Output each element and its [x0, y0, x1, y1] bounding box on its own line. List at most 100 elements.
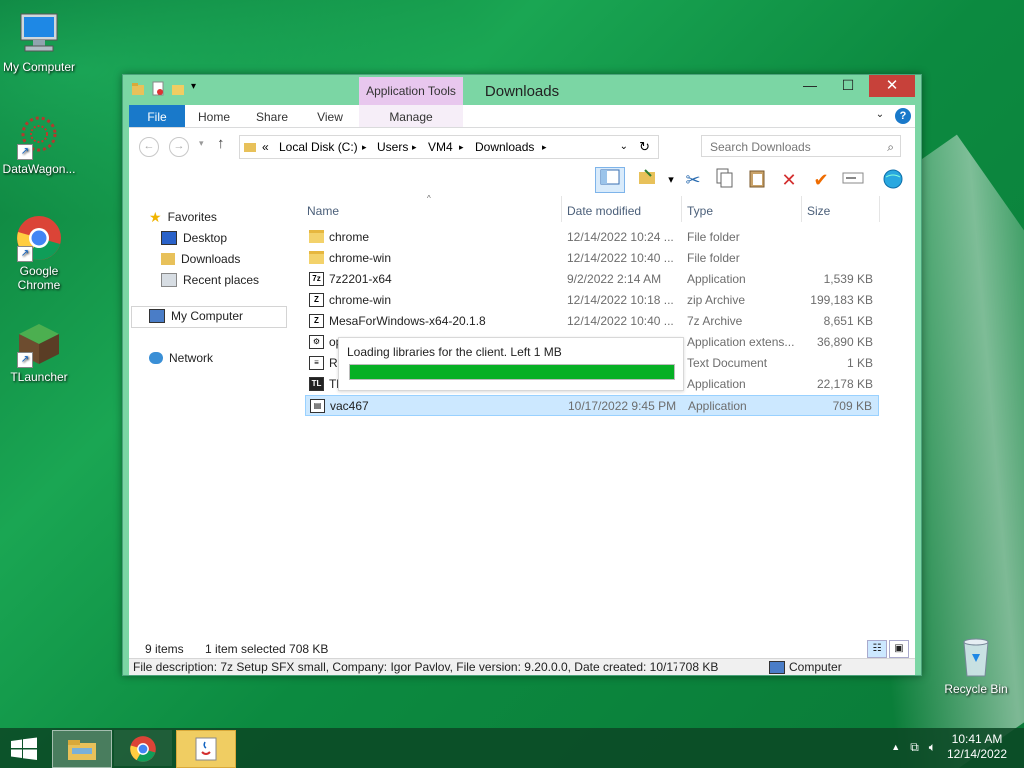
taskbar-file-explorer-button[interactable]: [52, 730, 112, 768]
desktop-icon-chrome[interactable]: ↗ Google Chrome: [0, 214, 81, 292]
breadcrumb-users[interactable]: Users: [377, 136, 408, 158]
address-bar[interactable]: « Local Disk (C:) ▸ Users ▸ VM4 ▸ Downlo…: [239, 135, 659, 159]
file-size: 199,183 KB: [810, 293, 873, 307]
file-row[interactable]: Z MesaForWindows-x64-20.1.8 12/14/2022 10:…: [305, 311, 879, 332]
paste-icon[interactable]: [745, 168, 769, 192]
tab-view[interactable]: View: [305, 105, 355, 127]
file-type: File folder: [687, 230, 740, 244]
desktop-icon-tlauncher[interactable]: ↗ TLauncher: [0, 320, 81, 384]
volume-icon[interactable]: 🔈︎: [929, 740, 936, 755]
breadcrumb-separator-icon[interactable]: ▸: [412, 136, 417, 158]
search-icon[interactable]: ⌕: [887, 136, 894, 158]
chevron-down-icon[interactable]: ⌄: [867, 105, 893, 127]
nav-network[interactable]: Network: [149, 349, 213, 367]
folder-icon: [243, 140, 257, 157]
recent-locations-chevron-icon[interactable]: ▾: [199, 138, 204, 149]
address-prefix[interactable]: «: [262, 136, 269, 158]
chevron-down-icon[interactable]: ▾: [659, 168, 683, 192]
tlauncher-icon: TL: [309, 377, 324, 391]
tlauncher-icon: ↗: [15, 320, 63, 368]
column-divider[interactable]: [879, 196, 880, 222]
up-arrow-icon[interactable]: ↑: [217, 135, 225, 152]
file-row[interactable]: chrome-win 12/14/2022 10:40 ... File folde…: [305, 248, 879, 269]
clock[interactable]: 10:41 AM 12/14/2022: [942, 732, 1012, 762]
globe-icon[interactable]: [881, 168, 905, 192]
desktop-icon-datawagon[interactable]: ↗ DataWagon...: [0, 112, 81, 176]
clock-date: 12/14/2022: [946, 747, 1008, 761]
clock-time: 10:41 AM: [951, 732, 1003, 746]
star-icon: ★: [149, 208, 162, 225]
breadcrumb-downloads[interactable]: Downloads: [475, 136, 534, 158]
nav-recent-places[interactable]: Recent places: [161, 271, 259, 289]
back-button[interactable]: ←: [139, 137, 159, 157]
app-icon: ▤: [310, 399, 325, 413]
downloads-folder-icon: [161, 253, 175, 265]
file-row[interactable]: Zchrome-win 12/14/2022 10:18 ... zip Archi…: [305, 290, 879, 311]
start-button[interactable]: [10, 737, 38, 761]
address-dropdown-icon[interactable]: ⌄: [620, 136, 628, 158]
column-header-size[interactable]: Size: [807, 204, 830, 218]
file-date: 12/14/2022 10:24 ...: [567, 230, 674, 244]
desktop-icon-label: DataWagon...: [2, 162, 76, 176]
file-row[interactable]: ▤ vac467 10/17/2022 9:45 PM Application 709 …: [305, 395, 879, 416]
large-icons-view-button[interactable]: ▣: [889, 640, 909, 658]
title-bar[interactable]: ▾ Application Tools Downloads — ☐ ✕: [123, 75, 921, 105]
tab-home[interactable]: Home: [189, 105, 239, 127]
progress-message: Loading libraries for the client. Left 1…: [347, 345, 562, 359]
file-row[interactable]: 7z 7z2201-x64 9/2/2022 2:14 AM Application 1…: [305, 269, 879, 290]
desktop-icon-my-computer[interactable]: My Computer: [0, 10, 81, 74]
column-divider[interactable]: [681, 196, 682, 222]
search-placeholder: Search Downloads: [710, 140, 811, 154]
desktop-icon-label: TLauncher: [10, 370, 68, 384]
breadcrumb-vm4[interactable]: VM4: [428, 136, 453, 158]
breadcrumb-local-disk[interactable]: Local Disk (C:): [279, 136, 358, 158]
search-input[interactable]: Search Downloads ⌕: [701, 135, 901, 157]
file-date: 12/14/2022 10:18 ...: [567, 293, 674, 307]
close-button[interactable]: ✕: [869, 75, 915, 97]
cut-icon[interactable]: ✂: [681, 168, 705, 192]
open-folder-icon[interactable]: [635, 168, 659, 192]
forward-button[interactable]: →: [169, 137, 189, 157]
file-explorer-icon: [67, 737, 97, 764]
show-hidden-icons-chevron-icon[interactable]: ▲: [891, 740, 900, 755]
file-type: File folder: [687, 251, 740, 265]
copy-icon[interactable]: [713, 168, 737, 192]
checkmark-icon[interactable]: ✔: [809, 168, 833, 192]
file-list: ^ Name Date modified Type Size chrome 12/…: [305, 194, 915, 640]
file-row[interactable]: chrome 12/14/2022 10:24 ... File folder: [305, 227, 879, 248]
column-divider[interactable]: [801, 196, 802, 222]
network-icon[interactable]: ⧉: [910, 740, 919, 755]
nav-desktop[interactable]: Desktop: [161, 229, 227, 247]
taskbar-chrome-button[interactable]: [114, 730, 172, 766]
file-type: Application: [687, 272, 746, 286]
nav-my-computer[interactable]: My Computer: [149, 307, 243, 325]
preview-pane-icon[interactable]: [595, 167, 625, 193]
breadcrumb-separator-icon[interactable]: ▸: [542, 136, 547, 158]
details-view-button[interactable]: ☷: [867, 640, 887, 658]
minimize-button[interactable]: —: [797, 75, 823, 97]
rename-icon[interactable]: [841, 168, 865, 192]
column-header-name[interactable]: Name: [307, 204, 339, 218]
maximize-button[interactable]: ☐: [835, 75, 861, 97]
taskbar-java-button[interactable]: [176, 730, 236, 768]
recycle-bin-icon: [952, 632, 1000, 680]
nav-downloads[interactable]: Downloads: [161, 250, 240, 268]
help-icon[interactable]: ?: [895, 108, 911, 124]
desktop-icon-recycle-bin[interactable]: Recycle Bin: [934, 632, 1018, 696]
details-size: 708 KB: [679, 660, 719, 674]
file-type: Text Document: [687, 356, 768, 370]
text-icon: ≡: [309, 356, 324, 370]
tab-manage[interactable]: Manage: [359, 105, 463, 127]
tab-file[interactable]: File: [129, 105, 185, 127]
column-divider[interactable]: [561, 196, 562, 222]
column-header-date[interactable]: Date modified: [567, 204, 641, 218]
delete-icon[interactable]: ✕: [777, 168, 801, 192]
breadcrumb-separator-icon[interactable]: ▸: [362, 136, 367, 158]
archive-icon: Z: [309, 293, 324, 307]
nav-favorites[interactable]: ★ Favorites: [149, 208, 217, 226]
refresh-icon[interactable]: ↻: [639, 136, 650, 158]
tab-share[interactable]: Share: [247, 105, 297, 127]
network-icon: [149, 352, 163, 364]
column-header-type[interactable]: Type: [687, 204, 713, 218]
breadcrumb-separator-icon[interactable]: ▸: [459, 136, 464, 158]
